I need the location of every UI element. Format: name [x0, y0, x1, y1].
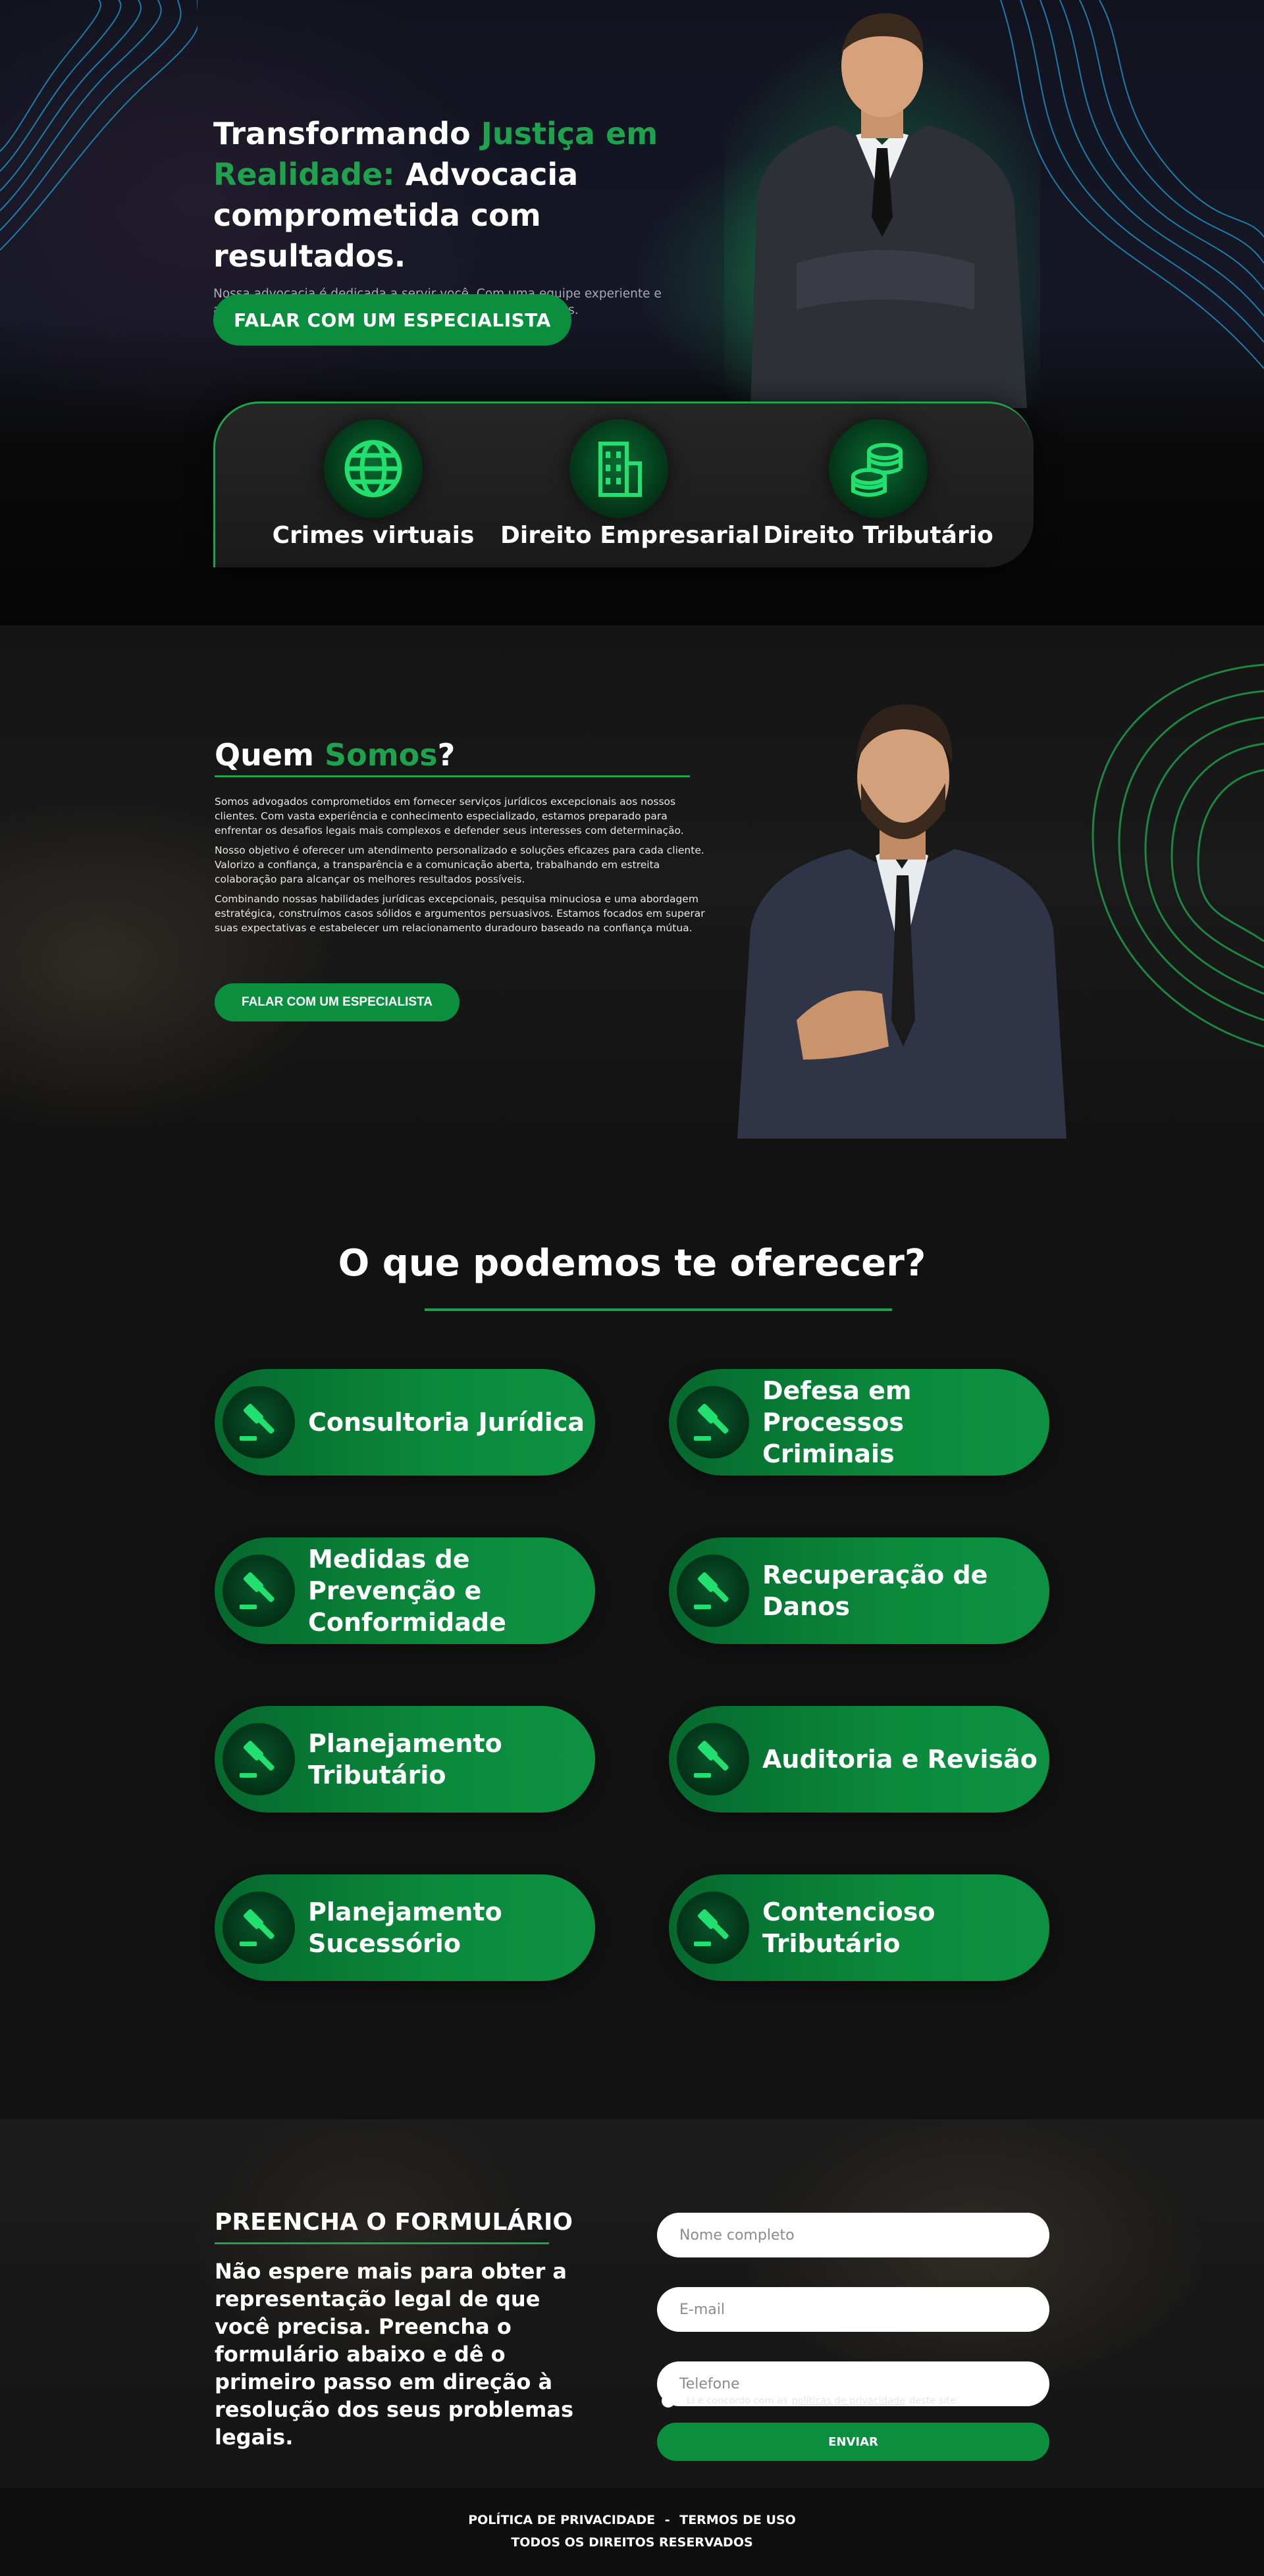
- service-card[interactable]: Planejamento Tributário: [215, 1706, 595, 1813]
- consent-checkbox[interactable]: [662, 2394, 675, 2408]
- gavel-icon: [677, 1892, 749, 1964]
- hero-section: Transformando Justiça em Realidade: Advo…: [0, 0, 1264, 625]
- about-text: Somos advogados comprometidos em fornece…: [215, 794, 706, 940]
- service-card[interactable]: Medidas de Prevenção e Conformidade: [215, 1537, 595, 1644]
- services-title-underline: [425, 1308, 892, 1311]
- privacy-consent: Li e concordo com as políticas de privac…: [662, 2394, 959, 2408]
- about-title-underline: [215, 775, 690, 777]
- form-description: Não espere mais para obter a representaç…: [215, 2259, 573, 2450]
- privacy-policy-link[interactable]: políticas de privacidade: [792, 2396, 905, 2406]
- hero-title: Transformando Justiça em Realidade: Advo…: [213, 116, 658, 274]
- about-paragraph: Combinando nossas habilidades jurídicas …: [215, 893, 705, 934]
- service-label: Planejamento Sucessório: [308, 1897, 502, 1958]
- area-label: Direito Empresarial: [500, 522, 760, 549]
- email-input[interactable]: [657, 2287, 1049, 2332]
- building-icon: [569, 419, 668, 518]
- service-card[interactable]: Recuperação de Danos: [669, 1537, 1049, 1644]
- form-heading-underline: [215, 2242, 549, 2244]
- about-section: Quem Somos? Somos advogados comprometido…: [0, 625, 1264, 1139]
- gavel-icon: [223, 1386, 295, 1458]
- about-title: Quem Somos?: [215, 737, 456, 773]
- contact-form-section: PREENCHA O FORMULÁRIO Não espere mais pa…: [0, 2119, 1264, 2488]
- globe-icon: [324, 419, 423, 518]
- gavel-icon: [223, 1723, 295, 1795]
- privacy-policy-link[interactable]: POLÍTICA DE PRIVACIDADE: [468, 2513, 655, 2527]
- copyright-text: TODOS OS DIREITOS RESERVADOS: [511, 2535, 753, 2550]
- gavel-icon: [223, 1892, 295, 1964]
- area-direito-empresarial[interactable]: Direito Empresarial: [500, 419, 760, 549]
- submit-button[interactable]: ENVIAR: [657, 2423, 1049, 2461]
- service-label: Planejamento Tributário: [308, 1729, 502, 1790]
- consent-suffix: deste site.: [909, 2396, 959, 2406]
- footer-links: POLÍTICA DE PRIVACIDADE - TERMOS DE USO: [0, 2488, 1264, 2527]
- about-cta-button[interactable]: FALAR COM UM ESPECIALISTA: [215, 983, 460, 1021]
- service-card[interactable]: Auditoria e Revisão: [669, 1706, 1049, 1813]
- hero-text-block: Transformando Justiça em Realidade: Advo…: [213, 113, 727, 319]
- footer-separator: -: [664, 2513, 670, 2527]
- services-title: O que podemos te oferecer?: [338, 1242, 926, 1285]
- area-direito-tributario[interactable]: Direito Tributário: [760, 419, 997, 549]
- lawyer-portrait-image: [737, 704, 1066, 1139]
- service-card[interactable]: Contencioso Tributário: [669, 1874, 1049, 1981]
- gavel-icon: [677, 1555, 749, 1627]
- service-label: Defesa em Processos Criminais: [762, 1376, 912, 1468]
- area-crimes-virtuais[interactable]: Crimes virtuais: [255, 419, 492, 549]
- hero-cta-button[interactable]: FALAR COM UM ESPECIALISTA: [213, 294, 571, 346]
- consent-prefix: Li e concordo com as: [687, 2396, 788, 2406]
- services-section: O que podemos te oferecer? Consultoria J…: [0, 1139, 1264, 2119]
- area-label: Direito Tributário: [763, 522, 993, 549]
- about-paragraph: Somos advogados comprometidos em fornece…: [215, 796, 684, 837]
- form-heading: PREENCHA O FORMULÁRIO: [215, 2209, 573, 2236]
- gavel-icon: [677, 1723, 749, 1795]
- service-label: Consultoria Jurídica: [308, 1408, 585, 1437]
- area-label: Crimes virtuais: [272, 522, 475, 549]
- service-label: Contencioso Tributário: [762, 1897, 935, 1958]
- terms-of-use-link[interactable]: TERMOS DE USO: [679, 2513, 796, 2527]
- service-label: Auditoria e Revisão: [762, 1745, 1038, 1774]
- footer: POLÍTICA DE PRIVACIDADE - TERMOS DE USO …: [0, 2488, 1264, 2576]
- gavel-icon: [223, 1555, 295, 1627]
- lawyer-portrait-image: [724, 0, 1040, 408]
- service-card[interactable]: Defesa em Processos Criminais: [669, 1369, 1049, 1476]
- service-label: Recuperação de Danos: [762, 1560, 988, 1621]
- practice-areas-card: Crimes virtuais Direito Empresarial Dire…: [213, 401, 1034, 567]
- service-label: Medidas de Prevenção e Conformidade: [308, 1545, 506, 1637]
- coins-icon: [829, 419, 928, 518]
- decorative-lines-left: [0, 0, 198, 251]
- gavel-icon: [677, 1386, 749, 1458]
- service-card[interactable]: Planejamento Sucessório: [215, 1874, 595, 1981]
- name-input[interactable]: [657, 2213, 1049, 2257]
- about-paragraph: Nosso objetivo é oferecer um atendimento…: [215, 844, 704, 885]
- service-card[interactable]: Consultoria Jurídica: [215, 1369, 595, 1476]
